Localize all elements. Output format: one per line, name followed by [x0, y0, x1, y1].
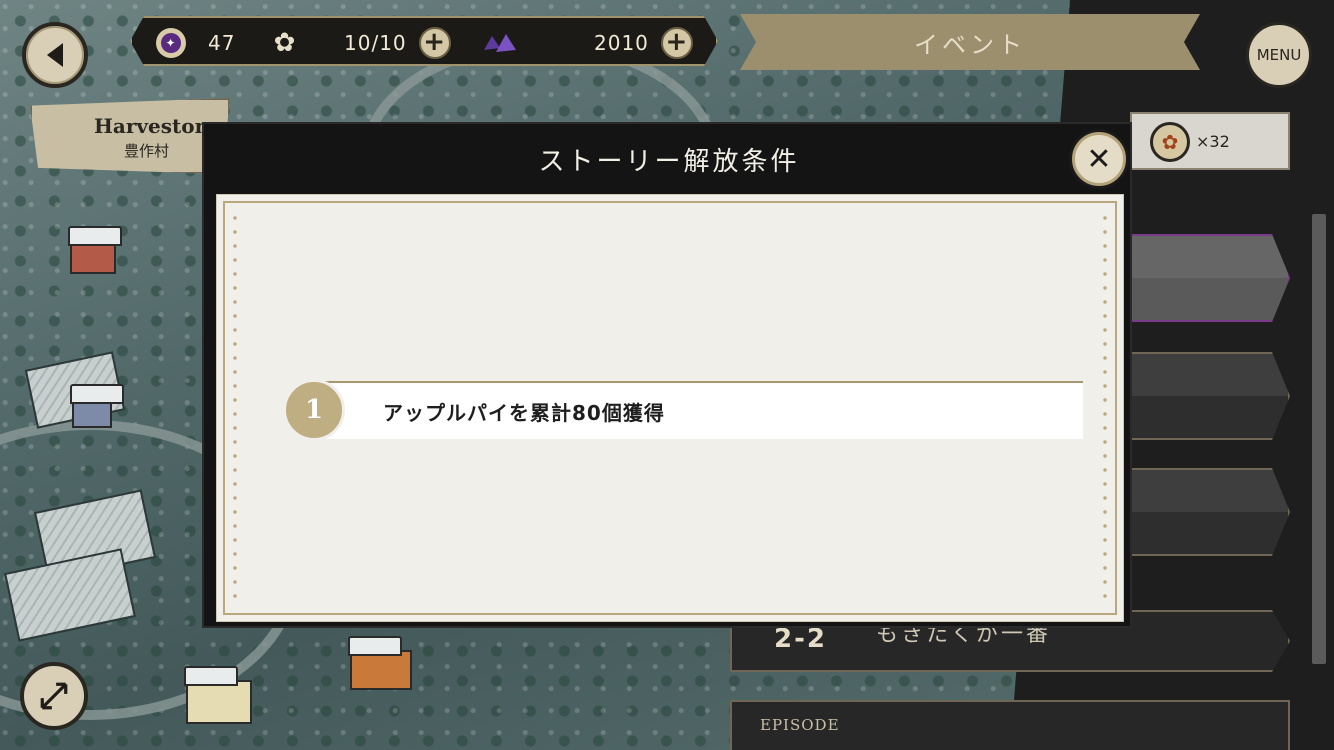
condition-bar: アップルパイを累計80個獲得 — [303, 381, 1083, 439]
menu-button[interactable]: MENU — [1246, 22, 1312, 88]
resource-bar: ✦ 47 ✿ 10/10 + 2010 + — [130, 16, 718, 66]
condition-number-badge: 1 — [283, 379, 345, 441]
crystal-counter: 2010 + — [480, 18, 693, 68]
dialog-title: ストーリー解放条件 — [538, 146, 800, 177]
dialog-body: アップルパイを累計80個獲得 1 — [216, 194, 1124, 622]
condition-text: アップルパイを累計80個獲得 — [383, 401, 665, 425]
episode-label: EPISODE — [760, 716, 840, 734]
village-subtitle: 豊作村 — [124, 142, 170, 160]
close-button[interactable]: ✕ — [1072, 132, 1126, 186]
gem-icon: ✦ — [156, 28, 186, 58]
map-house — [184, 666, 252, 724]
gem-count: 47 — [208, 31, 236, 55]
chevron-left-icon — [47, 43, 63, 67]
village-name: Harveston — [94, 114, 210, 138]
dotted-border — [233, 211, 237, 605]
stamina-counter: ✿ 10/10 + — [270, 18, 451, 68]
episode-list-item[interactable] — [1120, 234, 1290, 322]
stamina-value: 10/10 — [344, 31, 407, 55]
expand-arrows-icon — [40, 682, 68, 710]
episode-number: 2-2 — [774, 624, 827, 654]
dotted-border — [1103, 211, 1107, 605]
map-house — [70, 384, 124, 428]
episode-list-item[interactable] — [1120, 468, 1290, 556]
episode-list-item[interactable] — [1120, 352, 1290, 440]
expand-map-button[interactable] — [20, 662, 88, 730]
flower-icon: ✿ — [273, 28, 297, 58]
add-stamina-button[interactable]: + — [419, 27, 451, 59]
close-icon: ✕ — [1086, 141, 1112, 177]
condition-item: アップルパイを累計80個獲得 1 — [283, 379, 1083, 441]
event-tab[interactable]: イベント — [740, 14, 1200, 70]
item-count: ×32 — [1196, 132, 1230, 151]
crystal-icon — [480, 28, 520, 58]
story-unlock-dialog: ストーリー解放条件 ✕ アップルパイを累計80個獲得 1 — [202, 122, 1132, 628]
crystal-count: 2010 — [594, 31, 649, 55]
map-house — [348, 636, 412, 690]
coin-icon: ✿ — [1150, 122, 1190, 162]
add-crystal-button[interactable]: + — [661, 27, 693, 59]
map-house — [68, 226, 122, 274]
back-button[interactable] — [22, 22, 88, 88]
episode-scrollbar[interactable] — [1312, 214, 1326, 664]
gem-counter: ✦ 47 — [156, 18, 235, 68]
